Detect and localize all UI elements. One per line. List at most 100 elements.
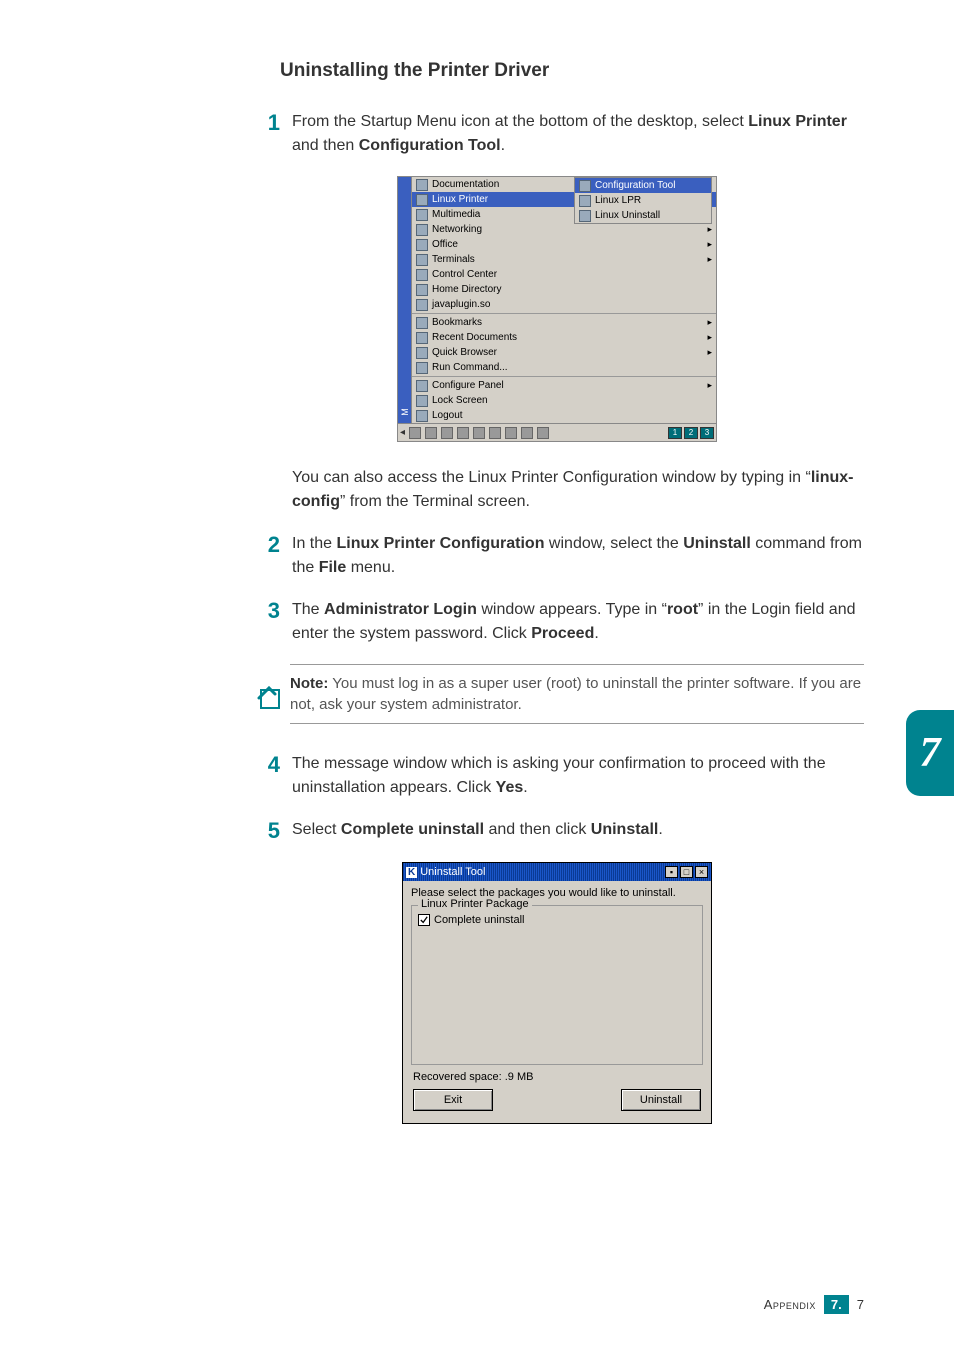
tool-icon	[579, 180, 591, 192]
label: Configure Panel	[432, 380, 504, 391]
uninstall-dialog: K Uninstall Tool ▪ □ × Please select the…	[402, 862, 712, 1124]
text: menu.	[346, 559, 395, 576]
bold: Linux Printer Configuration	[336, 535, 544, 552]
workspace-switcher: 1 2 3	[668, 427, 714, 439]
checkbox-label: Complete uninstall	[434, 914, 525, 926]
label: Quick Browser	[432, 347, 497, 358]
recovered-space-label: Recovered space: .9 MB	[413, 1071, 701, 1083]
step-1-followup: You can also access the Linux Printer Co…	[292, 466, 864, 514]
menu-item-logout[interactable]: Logout	[412, 408, 716, 423]
menu-item-javaplugin[interactable]: javaplugin.so	[412, 297, 716, 312]
logout-icon	[416, 410, 428, 422]
menu-item-bookmarks[interactable]: Bookmarks ▸	[412, 315, 716, 330]
step-number: 4	[250, 752, 280, 778]
config-icon	[416, 380, 428, 392]
note-label: Note:	[290, 675, 328, 692]
label: Documentation	[432, 179, 499, 190]
taskbar-left-arrow-icon[interactable]: ◂	[400, 427, 405, 438]
label: Linux Uninstall	[595, 210, 660, 221]
label: Bookmarks	[432, 317, 482, 328]
bold: Uninstall	[591, 821, 659, 838]
text: .	[594, 625, 598, 642]
step-2: 2 In the Linux Printer Configuration win…	[250, 532, 864, 580]
submenu-arrow-icon: ▸	[707, 317, 712, 328]
kde-badge-icon: K	[406, 867, 417, 878]
kde-sidebar-label: M	[400, 408, 410, 416]
step-number: 3	[250, 598, 280, 624]
menu-item-terminals[interactable]: Terminals▸	[412, 252, 716, 267]
bold: Configuration Tool	[359, 137, 501, 154]
menu-item-configure-panel[interactable]: Configure Panel▸	[412, 378, 716, 393]
package-group: Linux Printer Package Complete uninstall	[411, 905, 703, 1065]
note-icon	[255, 682, 285, 712]
close-button[interactable]: ×	[695, 866, 708, 878]
bookmark-icon	[416, 317, 428, 329]
step-text: The Administrator Login window appears. …	[292, 598, 864, 646]
lock-icon	[416, 395, 428, 407]
step-text: Select Complete uninstall and then click…	[292, 818, 864, 842]
menu-item-quick-browser[interactable]: Quick Browser▸	[412, 345, 716, 360]
step-number: 2	[250, 532, 280, 558]
run-icon	[416, 362, 428, 374]
step-5: 5 Select Complete uninstall and then cli…	[250, 818, 864, 844]
printer-icon	[416, 194, 428, 206]
kde-menu-screenshot: M Documentation▸ Linux Printer▸ Multimed…	[397, 176, 717, 442]
terminal-icon	[416, 254, 428, 266]
taskbar-kmenu-icon[interactable]	[409, 427, 421, 439]
dialog-titlebar: K Uninstall Tool ▪ □ ×	[403, 863, 711, 881]
uninstall-button[interactable]: Uninstall	[621, 1089, 701, 1111]
workspace-3[interactable]: 3	[700, 427, 714, 439]
page-number: 7	[857, 1297, 864, 1312]
page-footer: Appendix 7.7	[764, 1295, 864, 1314]
minimize-button[interactable]: ▪	[665, 866, 678, 878]
submenu-linux-lpr[interactable]: Linux LPR	[575, 193, 711, 208]
menu-item-lock-screen[interactable]: Lock Screen	[412, 393, 716, 408]
menu-item-run-command[interactable]: Run Command...	[412, 360, 716, 375]
taskbar-icon[interactable]	[537, 427, 549, 439]
text: window appears. Type in “	[477, 601, 667, 618]
submenu-configuration-tool[interactable]: Configuration Tool	[575, 178, 711, 193]
step-number: 5	[250, 818, 280, 844]
maximize-button[interactable]: □	[680, 866, 693, 878]
taskbar-icon[interactable]	[473, 427, 485, 439]
note-text: You must log in as a super user (root) t…	[290, 675, 861, 713]
step-3: 3 The Administrator Login window appears…	[250, 598, 864, 646]
bold: Proceed	[531, 625, 594, 642]
kde-submenu: Configuration Tool Linux LPR Linux Unins…	[574, 177, 712, 224]
text: .	[658, 821, 662, 838]
taskbar-icon[interactable]	[425, 427, 437, 439]
menu-item-home-directory[interactable]: Home Directory	[412, 282, 716, 297]
exit-button[interactable]: Exit	[413, 1089, 493, 1111]
workspace-1[interactable]: 1	[668, 427, 682, 439]
label: Control Center	[432, 269, 497, 280]
text: Select	[292, 821, 341, 838]
label: javaplugin.so	[432, 299, 490, 310]
label: Linux Printer	[432, 194, 488, 205]
submenu-linux-uninstall[interactable]: Linux Uninstall	[575, 208, 711, 223]
menu-item-control-center[interactable]: Control Center	[412, 267, 716, 282]
office-icon	[416, 239, 428, 251]
complete-uninstall-checkbox[interactable]: Complete uninstall	[418, 914, 696, 926]
step-text: From the Startup Menu icon at the bottom…	[292, 110, 864, 158]
text: ” from the Terminal screen.	[340, 493, 530, 510]
bold: File	[319, 559, 347, 576]
kde-taskbar: ◂ 1 2 3	[398, 423, 716, 441]
text: You can also access the Linux Printer Co…	[292, 469, 811, 486]
menu-item-office[interactable]: Office▸	[412, 237, 716, 252]
tool-icon	[579, 195, 591, 207]
menu-item-recent-documents[interactable]: Recent Documents▸	[412, 330, 716, 345]
taskbar-icon[interactable]	[521, 427, 533, 439]
step-4: 4 The message window which is asking you…	[250, 752, 864, 800]
taskbar-icon[interactable]	[457, 427, 469, 439]
taskbar-icon[interactable]	[441, 427, 453, 439]
menu-item-networking[interactable]: Networking▸	[412, 222, 716, 237]
bold: Linux Printer	[748, 113, 847, 130]
workspace-2[interactable]: 2	[684, 427, 698, 439]
taskbar-icon[interactable]	[505, 427, 517, 439]
group-title: Linux Printer Package	[418, 898, 532, 910]
label: Terminals	[432, 254, 475, 265]
label: Multimedia	[432, 209, 480, 220]
taskbar-icon[interactable]	[489, 427, 501, 439]
multimedia-icon	[416, 209, 428, 221]
browser-icon	[416, 347, 428, 359]
